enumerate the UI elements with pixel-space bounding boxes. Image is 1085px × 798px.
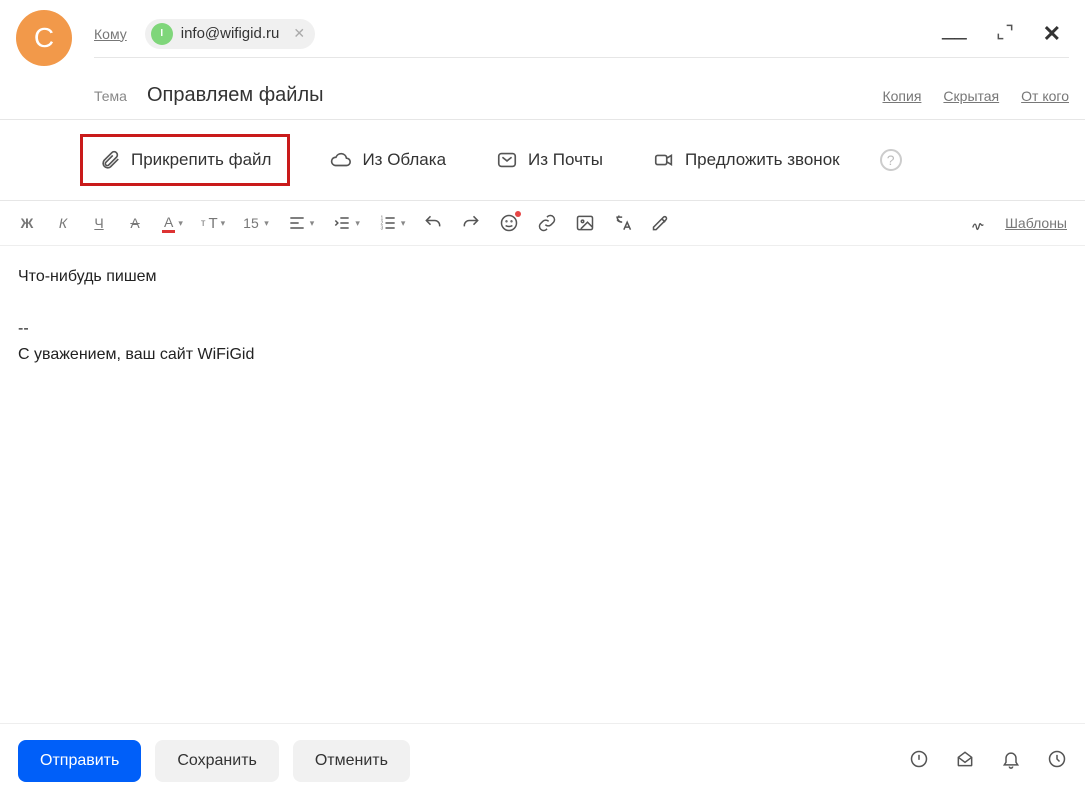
close-icon[interactable]: ✕	[1043, 21, 1061, 47]
from-link[interactable]: От кого	[1021, 88, 1069, 104]
subject-label: Тема	[94, 88, 127, 104]
reminder-icon[interactable]	[1001, 749, 1021, 773]
to-label[interactable]: Кому	[94, 26, 127, 42]
bcc-link[interactable]: Скрытая	[943, 88, 999, 104]
attach-file-label: Прикрепить файл	[131, 150, 271, 170]
subject-input[interactable]: Оправляем файлы	[147, 84, 883, 107]
underline-button[interactable]: Ч	[90, 215, 108, 231]
redo-button[interactable]	[461, 213, 481, 233]
indent-button[interactable]: ▾	[332, 213, 360, 233]
minimize-icon[interactable]: __	[942, 15, 966, 41]
schedule-icon[interactable]	[1047, 749, 1067, 773]
video-call-icon	[653, 149, 675, 171]
send-button[interactable]: Отправить	[18, 740, 141, 782]
expand-icon[interactable]	[995, 22, 1015, 46]
font-size-value[interactable]: 15 ▾	[243, 215, 269, 231]
image-button[interactable]	[575, 213, 595, 233]
body-line-1: Что-нибудь пишем	[18, 264, 1067, 290]
from-cloud-label: Из Облака	[362, 150, 446, 170]
cancel-button[interactable]: Отменить	[293, 740, 410, 782]
signature-icon[interactable]	[969, 214, 987, 232]
signature-separator: --	[18, 316, 1067, 342]
italic-button[interactable]: К	[54, 215, 72, 231]
templates-link[interactable]: Шаблоны	[1005, 215, 1067, 231]
signature-text: С уважением, ваш сайт WiFiGid	[18, 342, 1067, 368]
text-size-button[interactable]: тТ▾	[201, 215, 225, 232]
list-button[interactable]: 123▾	[378, 213, 406, 233]
from-cloud-button[interactable]: Из Облака	[320, 143, 456, 177]
translate-button[interactable]	[613, 213, 633, 233]
cloud-icon	[330, 149, 352, 171]
from-mail-button[interactable]: Из Почты	[486, 143, 613, 177]
emoji-button[interactable]	[499, 213, 519, 233]
help-icon[interactable]: ?	[880, 149, 902, 171]
recipient-chip[interactable]: I info@wifigid.ru ✕	[145, 19, 315, 49]
remove-recipient-icon[interactable]: ✕	[293, 25, 305, 42]
clear-format-button[interactable]	[651, 213, 671, 233]
undo-button[interactable]	[423, 213, 443, 233]
suggest-call-label: Предложить звонок	[685, 150, 840, 170]
recipient-email: info@wifigid.ru	[181, 25, 280, 42]
save-button[interactable]: Сохранить	[155, 740, 279, 782]
from-mail-label: Из Почты	[528, 150, 603, 170]
read-receipt-icon[interactable]	[955, 749, 975, 773]
priority-icon[interactable]	[909, 749, 929, 773]
text-color-button[interactable]: А▾	[162, 214, 183, 233]
svg-text:3: 3	[380, 226, 383, 232]
paperclip-icon	[99, 149, 121, 171]
strikethrough-button[interactable]: А	[126, 215, 144, 231]
message-body[interactable]: Что-нибудь пишем -- С уважением, ваш сай…	[0, 246, 1085, 666]
sender-avatar: С	[16, 10, 72, 66]
bold-button[interactable]: Ж	[18, 215, 36, 231]
suggest-call-button[interactable]: Предложить звонок	[643, 143, 850, 177]
cc-link[interactable]: Копия	[882, 88, 921, 104]
recipient-badge-icon: I	[151, 23, 173, 45]
link-button[interactable]	[537, 213, 557, 233]
align-button[interactable]: ▾	[287, 213, 315, 233]
mail-attach-icon	[496, 149, 518, 171]
attach-file-button[interactable]: Прикрепить файл	[80, 134, 290, 186]
